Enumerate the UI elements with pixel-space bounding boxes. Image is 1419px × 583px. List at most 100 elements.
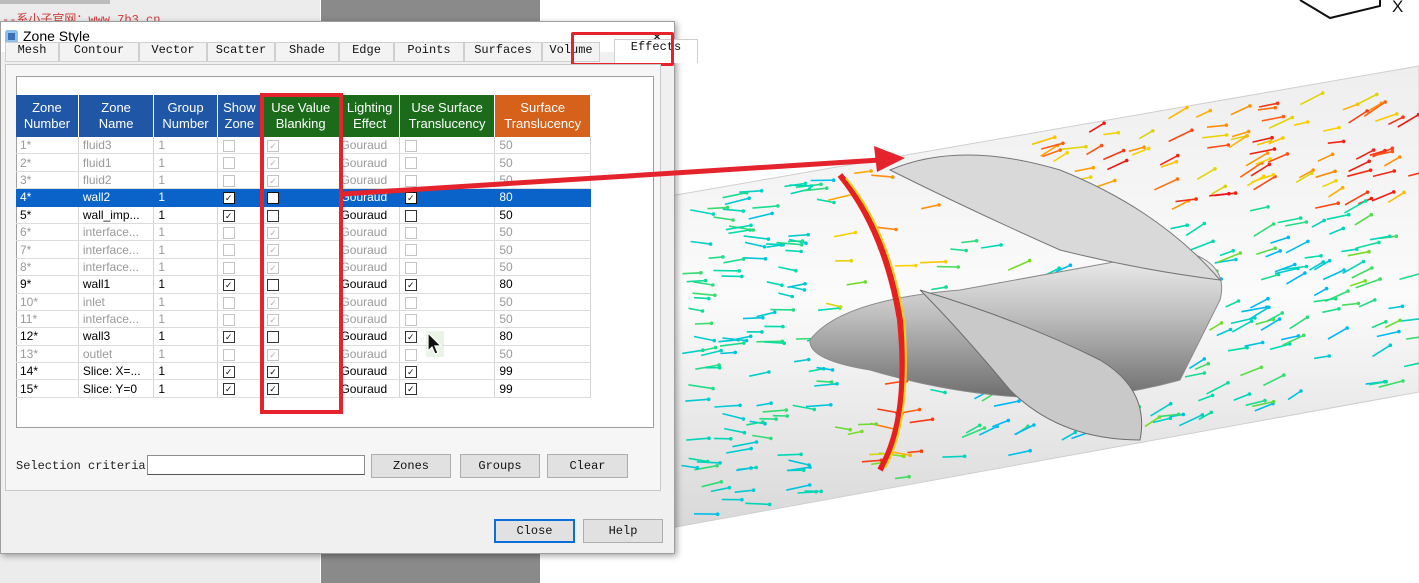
table-cell[interactable] (399, 153, 496, 172)
table-cell[interactable]: outlet (78, 345, 155, 364)
table-cell[interactable]: 12* (16, 327, 79, 346)
table-cell[interactable]: ✓ (399, 188, 496, 207)
checkbox[interactable] (222, 157, 235, 170)
table-cell[interactable]: Gouraud (339, 206, 400, 224)
checkbox[interactable] (222, 348, 235, 361)
table-cell[interactable]: ✓ (217, 327, 262, 346)
checkbox[interactable] (404, 140, 417, 153)
column-header[interactable]: Group Number (153, 95, 218, 137)
checkbox[interactable] (222, 296, 235, 309)
checkbox[interactable] (222, 174, 235, 187)
tab-mesh[interactable]: Mesh (5, 42, 59, 62)
table-cell[interactable]: 8* (16, 258, 79, 277)
table-cell[interactable] (399, 223, 496, 242)
table-cell[interactable]: 80 (494, 188, 591, 207)
tab-contour[interactable]: Contour (59, 42, 139, 62)
table-cell[interactable] (217, 293, 262, 311)
table-cell[interactable]: 50 (494, 345, 591, 364)
table-cell[interactable]: fluid1 (78, 153, 155, 172)
table-cell[interactable]: 50 (494, 137, 591, 155)
table-cell[interactable]: Gouraud (339, 171, 400, 190)
tab-vector[interactable]: Vector (139, 42, 207, 62)
table-cell[interactable]: 50 (494, 258, 591, 277)
table-cell[interactable]: Slice: X=... (78, 362, 155, 381)
table-cell[interactable] (399, 310, 496, 329)
column-header[interactable]: Lighting Effect (339, 95, 400, 137)
table-cell[interactable]: wall3 (78, 327, 155, 346)
table-cell[interactable]: 7* (16, 240, 79, 259)
table-cell[interactable]: interface... (78, 258, 155, 277)
table-cell[interactable]: 50 (494, 223, 591, 242)
table-cell[interactable]: Gouraud (339, 293, 400, 311)
table-cell[interactable] (217, 258, 262, 277)
table-cell[interactable]: Gouraud (339, 327, 400, 346)
table-cell[interactable]: 1 (153, 310, 218, 329)
tab-points[interactable]: Points (394, 42, 464, 62)
table-cell[interactable]: 1 (153, 137, 218, 155)
help-button[interactable]: Help (583, 519, 663, 543)
table-cell[interactable]: 80 (494, 327, 591, 346)
selection-criteria-input[interactable] (147, 455, 365, 475)
table-cell[interactable]: 50 (494, 153, 591, 172)
table-cell[interactable]: 1 (153, 327, 218, 346)
table-cell[interactable] (217, 171, 262, 190)
table-cell[interactable]: 13* (16, 345, 79, 364)
checkbox[interactable] (404, 261, 417, 274)
table-cell[interactable]: Gouraud (339, 153, 400, 172)
table-cell[interactable]: Gouraud (339, 379, 400, 398)
table-cell[interactable]: 99 (494, 379, 591, 398)
table-cell[interactable]: ✓ (217, 275, 262, 294)
checkbox[interactable] (404, 226, 417, 239)
checkbox[interactable]: ✓ (404, 192, 417, 205)
table-cell[interactable]: 1 (153, 379, 218, 398)
table-cell[interactable]: interface... (78, 310, 155, 329)
table-cell[interactable] (217, 153, 262, 172)
table-cell[interactable]: ✓ (217, 206, 262, 224)
table-cell[interactable]: inlet (78, 293, 155, 311)
column-header[interactable]: Surface Translucency (494, 95, 591, 137)
column-header[interactable]: Zone Number (16, 95, 79, 137)
table-cell[interactable]: 1* (16, 137, 79, 155)
table-cell[interactable] (399, 345, 496, 364)
table-cell[interactable]: 1 (153, 206, 218, 224)
table-cell[interactable]: 50 (494, 240, 591, 259)
table-cell[interactable]: 3* (16, 171, 79, 190)
table-cell[interactable]: interface... (78, 240, 155, 259)
checkbox[interactable] (404, 209, 417, 222)
table-cell[interactable] (217, 345, 262, 364)
table-cell[interactable]: wall2 (78, 188, 155, 207)
table-cell[interactable]: interface... (78, 223, 155, 242)
checkbox[interactable] (404, 348, 417, 361)
checkbox[interactable] (404, 313, 417, 326)
table-cell[interactable] (217, 310, 262, 329)
checkbox[interactable]: ✓ (222, 366, 235, 379)
table-cell[interactable]: Gouraud (339, 137, 400, 155)
table-cell[interactable]: 14* (16, 362, 79, 381)
zones-button[interactable]: Zones (371, 454, 451, 478)
table-cell[interactable] (399, 293, 496, 311)
table-cell[interactable]: wall_imp... (78, 206, 155, 224)
checkbox[interactable] (222, 313, 235, 326)
table-cell[interactable]: 1 (153, 240, 218, 259)
checkbox[interactable] (222, 244, 235, 257)
table-cell[interactable]: ✓ (399, 362, 496, 381)
table-cell[interactable]: 1 (153, 275, 218, 294)
table-cell[interactable]: 1 (153, 188, 218, 207)
table-cell[interactable]: Gouraud (339, 188, 400, 207)
table-cell[interactable]: Gouraud (339, 258, 400, 277)
table-cell[interactable]: ✓ (399, 327, 496, 346)
tab-edge[interactable]: Edge (339, 42, 394, 62)
table-cell[interactable]: 50 (494, 171, 591, 190)
table-cell[interactable]: 80 (494, 275, 591, 294)
table-cell[interactable]: 1 (153, 153, 218, 172)
table-cell[interactable]: Gouraud (339, 362, 400, 381)
table-cell[interactable]: Gouraud (339, 223, 400, 242)
table-cell[interactable]: 1 (153, 362, 218, 381)
table-cell[interactable]: Gouraud (339, 345, 400, 364)
checkbox[interactable]: ✓ (404, 366, 417, 379)
checkbox[interactable]: ✓ (222, 209, 235, 222)
groups-button[interactable]: Groups (460, 454, 540, 478)
checkbox[interactable] (404, 174, 417, 187)
checkbox[interactable] (222, 226, 235, 239)
table-cell[interactable]: 1 (153, 345, 218, 364)
